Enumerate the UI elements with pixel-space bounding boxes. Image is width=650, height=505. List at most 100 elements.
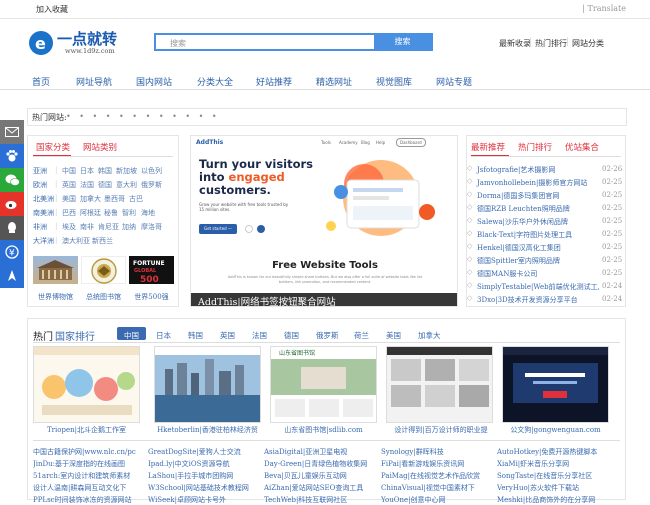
- list-item[interactable]: ChinaVisual|视觉中国素材下: [381, 483, 493, 493]
- country-link[interactable]: 新西兰: [92, 236, 113, 246]
- list-item[interactable]: W3School|网站基础技术教程网: [148, 483, 260, 493]
- country-tab[interactable]: 德国: [284, 330, 299, 341]
- list-item[interactable]: Day-Green|日青绿色植物收集网: [264, 459, 378, 469]
- country-link[interactable]: 日本: [80, 166, 94, 176]
- category-link[interactable]: 网站分类: [572, 38, 604, 49]
- list-item[interactable]: GreatDogSite|爱狗人士交流: [148, 447, 260, 457]
- banner-nav-item[interactable]: Blog: [361, 140, 370, 145]
- country-link[interactable]: 法国: [80, 180, 94, 190]
- country-link[interactable]: 韩国: [98, 166, 112, 176]
- country-link[interactable]: 阿根廷: [80, 208, 101, 218]
- thumb-hketoberlin[interactable]: [154, 346, 261, 423]
- country-link[interactable]: 以色列: [141, 166, 162, 176]
- site-logo[interactable]: e 一点就转 www.1d9z.com: [27, 26, 122, 60]
- mail-icon[interactable]: [0, 120, 24, 144]
- nav-domestic[interactable]: 国内网站: [136, 75, 172, 88]
- country-link[interactable]: 南非: [80, 222, 94, 232]
- thumb-gongwenguan[interactable]: [502, 346, 609, 423]
- tab-country[interactable]: 国家分类: [36, 141, 70, 153]
- nav-home[interactable]: 首页: [32, 75, 50, 88]
- news-title[interactable]: 德国RZB Leuchten照明品牌: [477, 204, 570, 214]
- list-item[interactable]: LaShou|手拉手城市团购网: [148, 471, 260, 481]
- news-title[interactable]: Henkel|德国汉高化工集团: [477, 243, 561, 253]
- list-item[interactable]: Beva|贝瓦儿童娱乐互动网: [264, 471, 378, 481]
- search-input[interactable]: 搜索: [170, 38, 186, 49]
- thumb-caption[interactable]: Hketoberlin|香港驻柏林经济贸: [150, 425, 265, 435]
- thumb-caption[interactable]: 设计得到|百万设计师的职业提: [386, 425, 496, 435]
- country-link[interactable]: 新加坡: [116, 166, 137, 176]
- country-link[interactable]: 俄罗斯: [141, 180, 162, 190]
- list-item[interactable]: AsiaDigital|亚洲卫星电视: [264, 447, 378, 457]
- news-title[interactable]: Salewa|沙乐华户外休闲品牌: [477, 217, 568, 227]
- thumb-design[interactable]: [386, 346, 493, 423]
- list-item[interactable]: XiaMi|虾米音乐分享网: [497, 459, 622, 469]
- list-item[interactable]: JinDu:基于深度指的在线画图: [33, 459, 145, 469]
- weibo-icon[interactable]: [0, 192, 24, 216]
- news-title[interactable]: SimplyTestable|Web前端优化测试工具: [477, 282, 599, 292]
- banner-nav-item[interactable]: Tools: [321, 140, 331, 145]
- latest-link[interactable]: 最新收录: [499, 38, 531, 49]
- nav-gallery[interactable]: 视觉图库: [376, 75, 412, 88]
- museum-image[interactable]: [33, 256, 78, 284]
- news-title[interactable]: Black-Text|字符图片处理工具: [477, 230, 572, 240]
- moon-icon[interactable]: [0, 264, 24, 288]
- country-link[interactable]: 墨西哥: [104, 194, 125, 204]
- country-link[interactable]: 加拿大: [80, 194, 101, 204]
- country-tab[interactable]: 韩国: [188, 330, 203, 341]
- country-link[interactable]: 古巴: [129, 194, 143, 204]
- list-item[interactable]: 中国古籍保护网|www.nlc.cn/pc: [33, 447, 145, 457]
- country-link[interactable]: 美国: [62, 194, 76, 204]
- thumb-caption[interactable]: 公文狗|gongwenguan.com: [502, 425, 609, 435]
- nav-topics[interactable]: 网站专题: [436, 75, 472, 88]
- country-link[interactable]: 中国: [62, 166, 76, 176]
- region-south-america[interactable]: 南美洲: [33, 208, 54, 218]
- tab-latest[interactable]: 最新推荐: [471, 141, 505, 153]
- region-oceania[interactable]: 大洋洲: [33, 236, 54, 246]
- country-tab[interactable]: 英国: [220, 330, 235, 341]
- list-item[interactable]: PaiMag|在线视觉艺术作品欣赏: [381, 471, 493, 481]
- flag-caption[interactable]: 世界博物馆: [33, 292, 78, 302]
- qq-icon[interactable]: [0, 216, 24, 240]
- nav-directory[interactable]: 网址导航: [76, 75, 112, 88]
- tab-hot[interactable]: 热门排行: [518, 141, 552, 153]
- news-title[interactable]: Dorma|德国多玛集团官网: [477, 191, 559, 201]
- region-europe[interactable]: 欧洲: [33, 180, 47, 190]
- list-item[interactable]: SongTaste|在线音乐分享社区: [497, 471, 622, 481]
- thumb-sdlib[interactable]: 山东省图书馆: [270, 346, 377, 423]
- thumb-triopen[interactable]: [33, 346, 140, 423]
- country-tab[interactable]: 日本: [156, 330, 171, 341]
- news-title[interactable]: 德国MAN服卡公司: [477, 269, 537, 279]
- add-favorite-link[interactable]: 加入收藏: [36, 4, 68, 15]
- news-title[interactable]: 德国Spittler室内照明品牌: [477, 256, 560, 266]
- list-item[interactable]: AutoHotkey|免费开源热键脚本: [497, 447, 622, 457]
- news-title[interactable]: Jsfotografie|艺术摄影网: [477, 165, 555, 175]
- country-link[interactable]: 秘鲁: [104, 208, 118, 218]
- flag-caption[interactable]: 世界500强: [129, 292, 174, 302]
- country-link[interactable]: 德国: [98, 180, 112, 190]
- search-button[interactable]: 搜索: [374, 35, 431, 49]
- list-item[interactable]: WiSeek|卓顾网站卡号外: [148, 495, 260, 505]
- banner-nav-item[interactable]: Academy: [339, 140, 358, 145]
- country-tab[interactable]: 中国: [124, 330, 139, 341]
- thumb-caption[interactable]: Triopen|北斗企鹅工作室: [33, 425, 140, 435]
- banner-nav-item[interactable]: Help: [376, 140, 385, 145]
- country-link[interactable]: 意大利: [116, 180, 137, 190]
- list-item[interactable]: Meshki|比品商饰外的在分享网: [497, 495, 622, 505]
- list-item[interactable]: PPLsc时间装饰冰冻的资源网站: [33, 495, 145, 505]
- region-north-america[interactable]: 北美洲: [33, 194, 54, 204]
- featured-banner[interactable]: AddThis Tools Academy Blog Help Dashboar…: [190, 135, 458, 307]
- country-tab[interactable]: 荷兰: [354, 330, 369, 341]
- list-item[interactable]: AiZhan|爱站网站SEO查询工具: [264, 483, 378, 493]
- list-item[interactable]: 51arch:室内设计和建筑师素材: [33, 471, 145, 481]
- list-item[interactable]: YouOne|创意中心网: [381, 495, 493, 505]
- region-africa[interactable]: 非洲: [33, 222, 47, 232]
- list-item[interactable]: Ipad.ly|中文iOS资源导航: [148, 459, 260, 469]
- country-link[interactable]: 摩洛哥: [141, 222, 162, 232]
- list-item[interactable]: FiPai|看新游戏娱乐资讯网: [381, 459, 493, 469]
- hot-rank-link[interactable]: 热门排行: [535, 38, 567, 49]
- banner-cta-button[interactable]: Get started —: [199, 224, 237, 234]
- wechat-icon[interactable]: [0, 168, 24, 192]
- nav-categories[interactable]: 分类大全: [197, 75, 233, 88]
- country-link[interactable]: 加纳: [122, 222, 136, 232]
- translate-link[interactable]: | Translate: [582, 4, 626, 13]
